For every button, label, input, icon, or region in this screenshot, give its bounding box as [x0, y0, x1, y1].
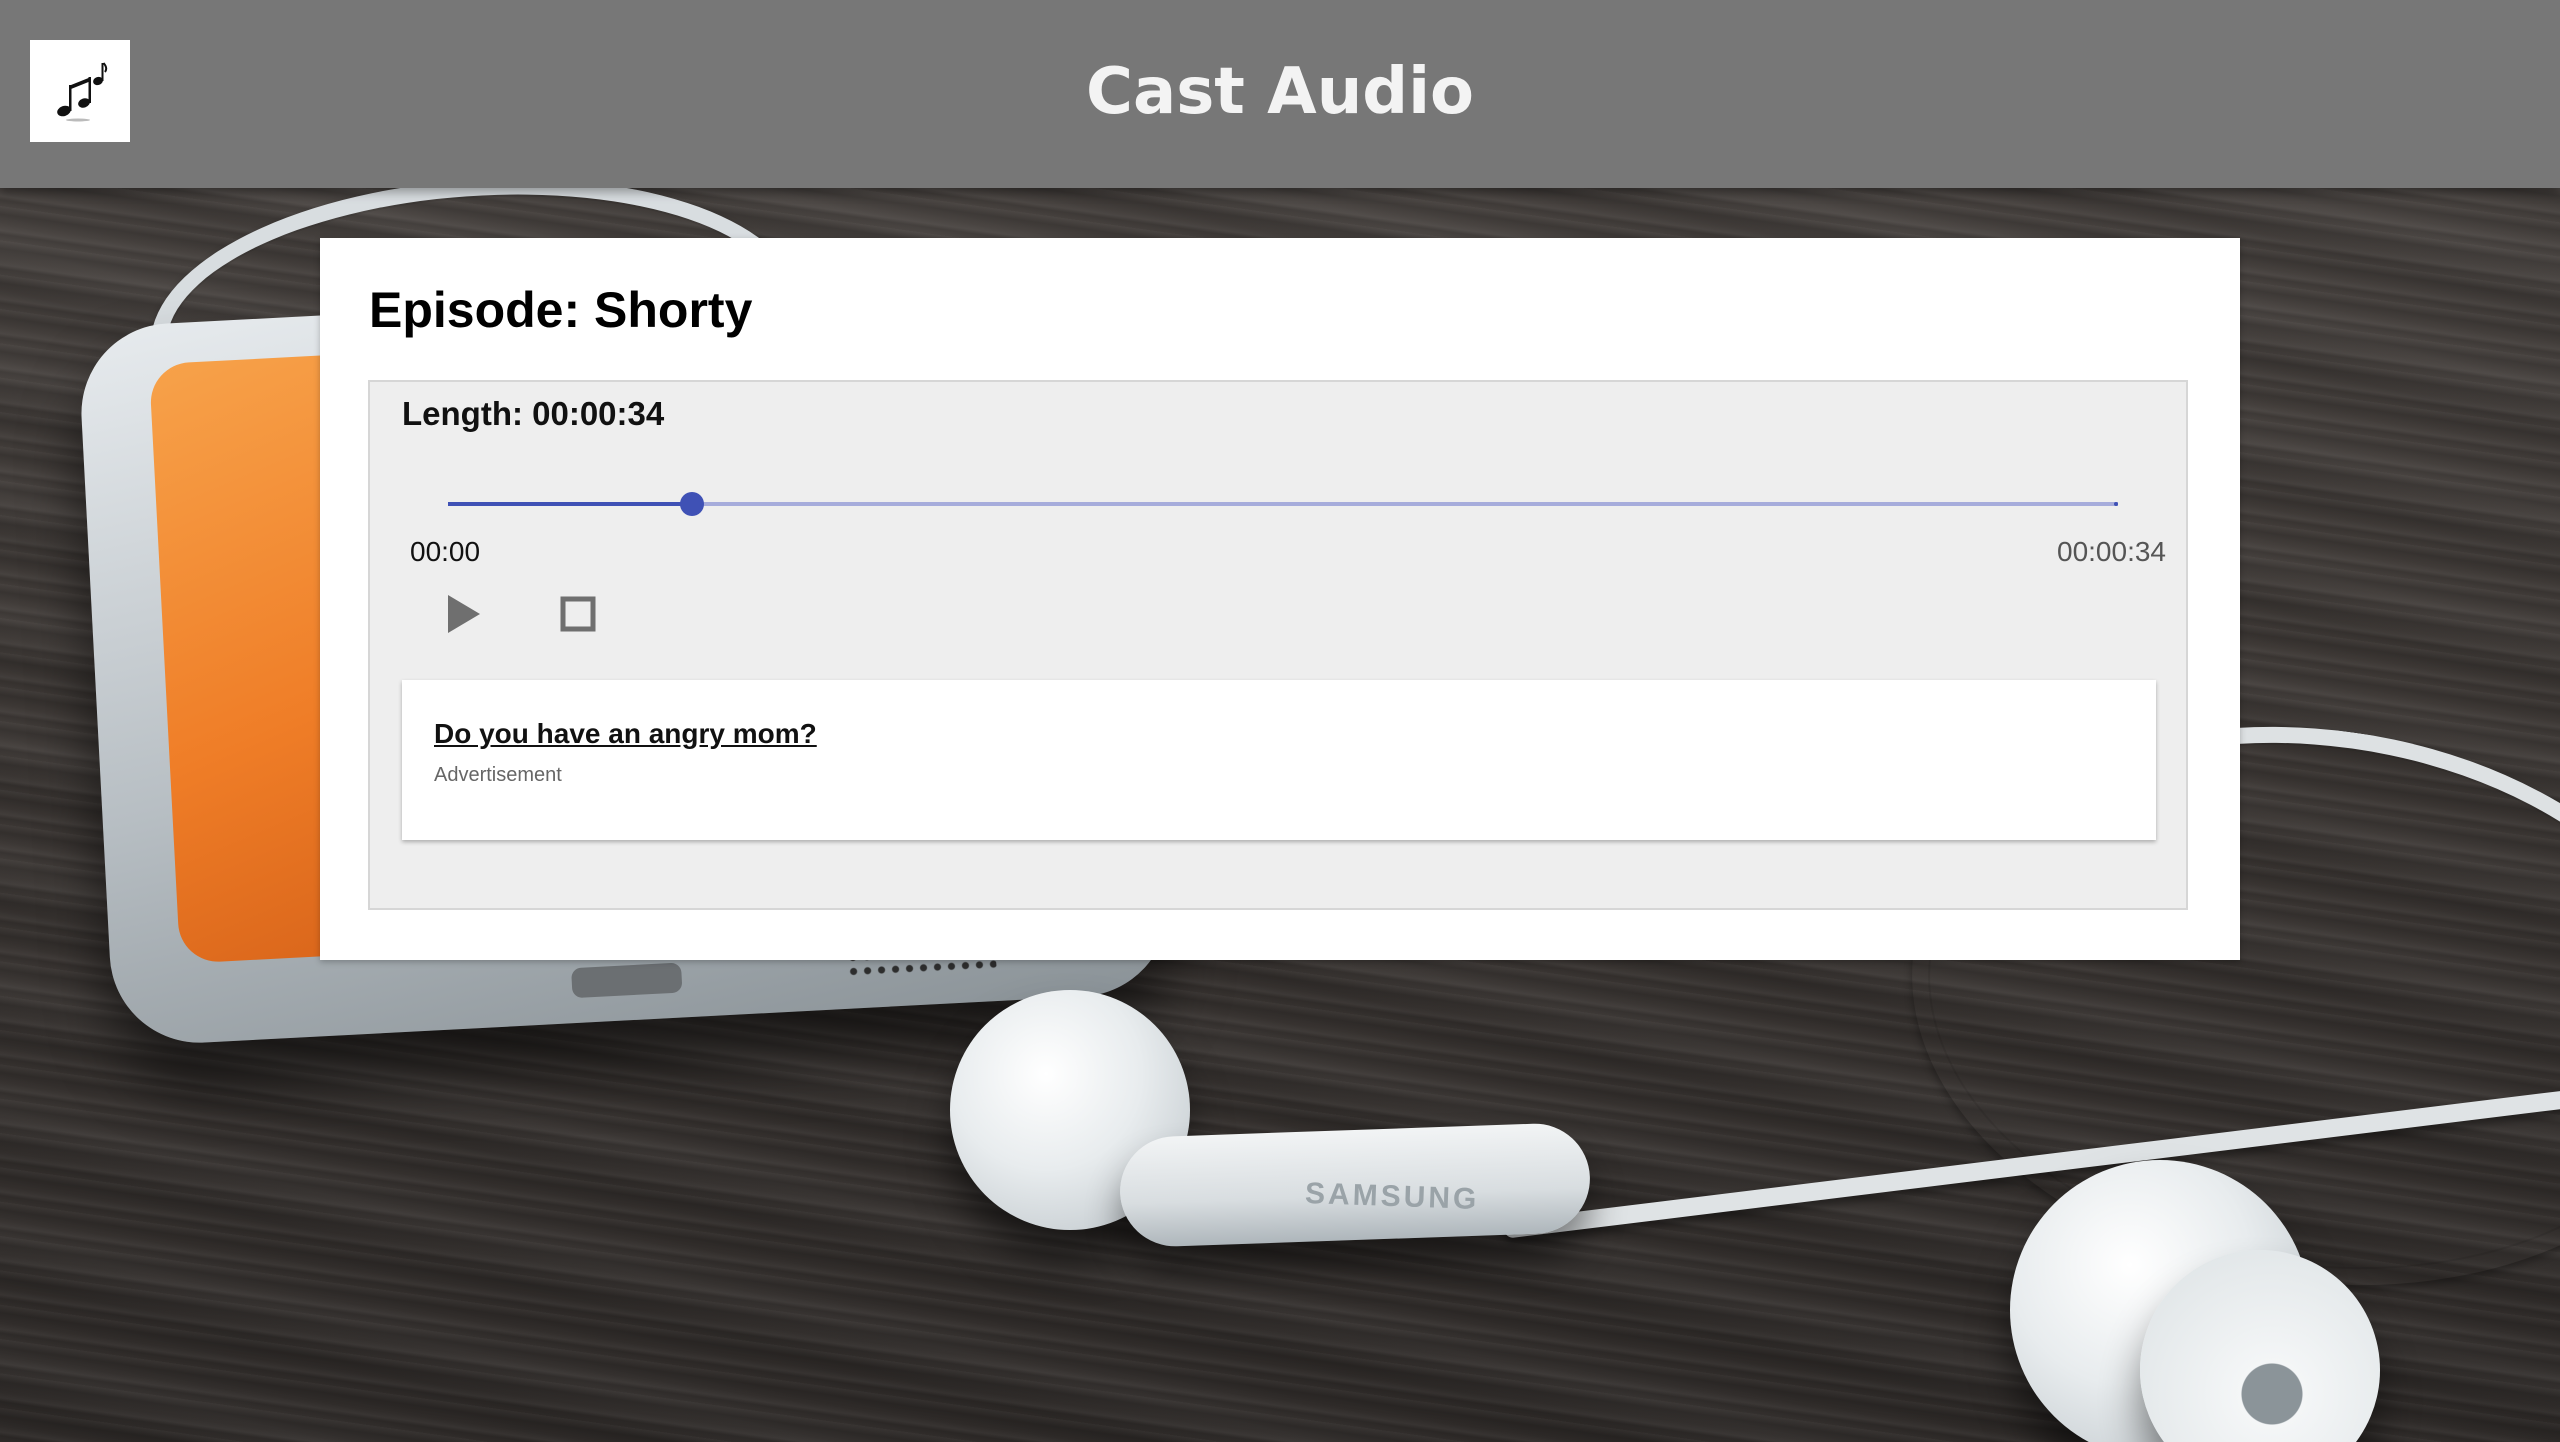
seek-slider-end	[2114, 502, 2118, 506]
episode-card: Episode: Shorty Length: 00:00:34 00:00 0…	[320, 238, 2240, 960]
current-time: 00:00	[410, 536, 481, 567]
stop-button[interactable]	[556, 592, 600, 636]
stop-icon	[560, 596, 596, 632]
play-button[interactable]	[442, 592, 486, 636]
episode-length: Length: 00:00:34	[402, 395, 665, 432]
advertisement-label: Advertisement	[434, 764, 562, 786]
phone-port	[571, 962, 683, 999]
audio-player: Length: 00:00:34 00:00 00:00:34 Do you h…	[368, 380, 2188, 910]
advertisement-link[interactable]: Do you have an angry mom?	[434, 718, 817, 750]
seek-slider-thumb[interactable]	[679, 492, 704, 516]
app-title: Cast Audio	[1086, 55, 1474, 129]
seek-slider-fill	[448, 502, 692, 506]
episode-title: Episode: Shorty	[369, 282, 753, 338]
advertisement-card: Do you have an angry mom? Advertisement	[402, 680, 2156, 840]
total-time: 00:00:34	[2057, 536, 2166, 567]
earbud-brand-text: SAMSUNG	[1304, 1176, 1480, 1217]
play-icon	[448, 595, 480, 633]
seek-slider[interactable]	[448, 492, 2118, 516]
app-header: Cast Audio	[0, 0, 2560, 188]
